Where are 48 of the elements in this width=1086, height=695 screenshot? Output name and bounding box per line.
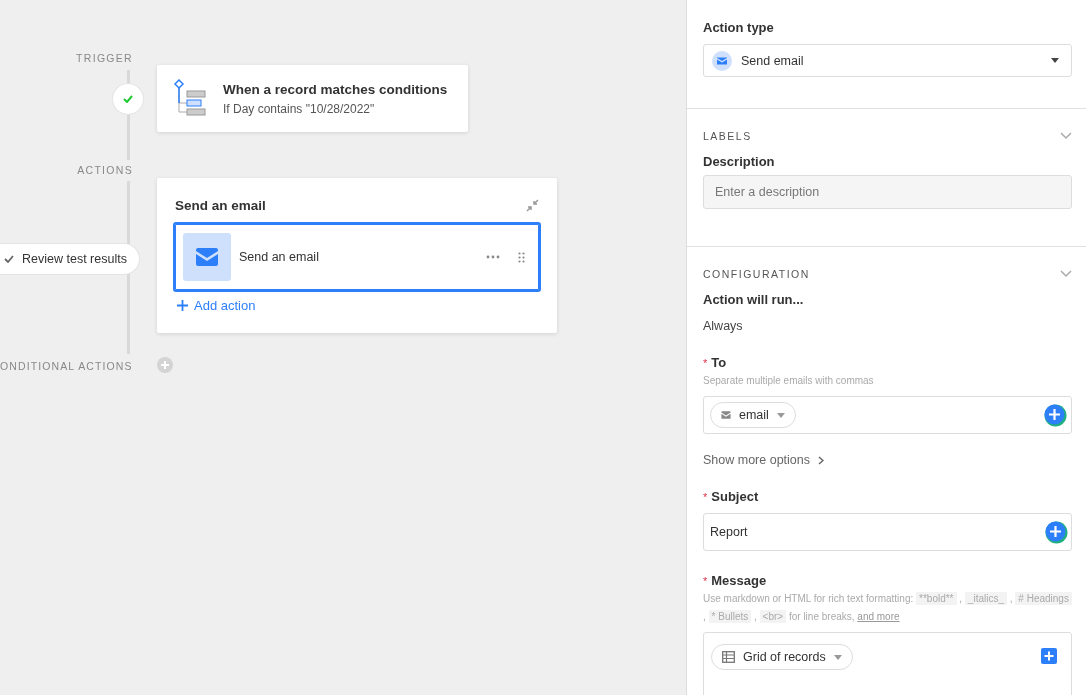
field-label: Description — [703, 154, 776, 169]
trigger-card[interactable]: When a record matches conditions If Day contains "10/28/2022" — [157, 65, 468, 132]
field-label: * Subject — [703, 489, 760, 504]
field-label: Action type — [703, 20, 775, 35]
caret-icon — [1051, 58, 1059, 63]
field-label: * Message — [703, 573, 768, 588]
conditions-icon — [173, 78, 209, 119]
section-heading: CONFIGURATION — [703, 268, 810, 280]
message-field[interactable]: Grid of records — [703, 632, 1072, 695]
field-hint: Separate multiple emails with commas — [703, 374, 875, 388]
insert-button[interactable] — [1041, 648, 1057, 664]
collapse-icon[interactable] — [526, 199, 539, 212]
action-item[interactable]: Send an email — [173, 222, 541, 292]
trigger-title: When a record matches conditions — [223, 81, 448, 97]
envelope-icon — [712, 50, 732, 71]
section-label: ACTIONS — [77, 164, 133, 176]
recipient-field[interactable]: email — [703, 396, 1072, 434]
text-field[interactable]: Report — [703, 513, 1072, 551]
more-icon[interactable] — [486, 255, 500, 259]
text-field[interactable]: Enter a description — [703, 175, 1072, 209]
insert-button[interactable] — [1043, 403, 1067, 427]
trigger-condition: If Day contains "10/28/2022" — [223, 101, 376, 116]
action-group-title: Send an email — [175, 198, 266, 213]
table-icon — [722, 651, 735, 663]
check-icon — [123, 95, 133, 103]
caret-icon — [776, 412, 785, 418]
chevron-down-icon[interactable] — [1060, 132, 1072, 140]
field-value: Always — [703, 319, 744, 333]
review-test-results-button[interactable]: Review test results — [0, 244, 139, 274]
insert-button[interactable] — [1044, 520, 1068, 544]
section-label: TRIGGER — [76, 52, 133, 64]
add-action-link[interactable]: Add action — [177, 298, 256, 313]
chevron-down-icon[interactable] — [1060, 270, 1072, 278]
check-icon — [4, 255, 14, 263]
plus-icon — [177, 300, 188, 311]
field-label: Action will run... — [703, 292, 805, 307]
action-name: Send an email — [239, 250, 320, 264]
chevron-right-icon — [818, 455, 824, 465]
envelope-icon — [195, 248, 219, 266]
drag-handle-icon[interactable] — [518, 251, 525, 263]
section-label: ONDITIONAL ACTIONS — [0, 360, 133, 372]
field-label: * To — [703, 355, 728, 370]
envelope-icon — [721, 411, 731, 419]
action-type-select[interactable]: Send email — [703, 44, 1072, 77]
field-hint: Use markdown or HTML for rich text formatting: **bold** , _italics_ , # Headings , * Bullets , <br> for line breaks, and more — [703, 590, 1072, 626]
section-heading: LABELS — [703, 130, 752, 142]
show-more-options-link[interactable]: Show more options — [703, 453, 824, 467]
caret-icon — [833, 654, 842, 660]
